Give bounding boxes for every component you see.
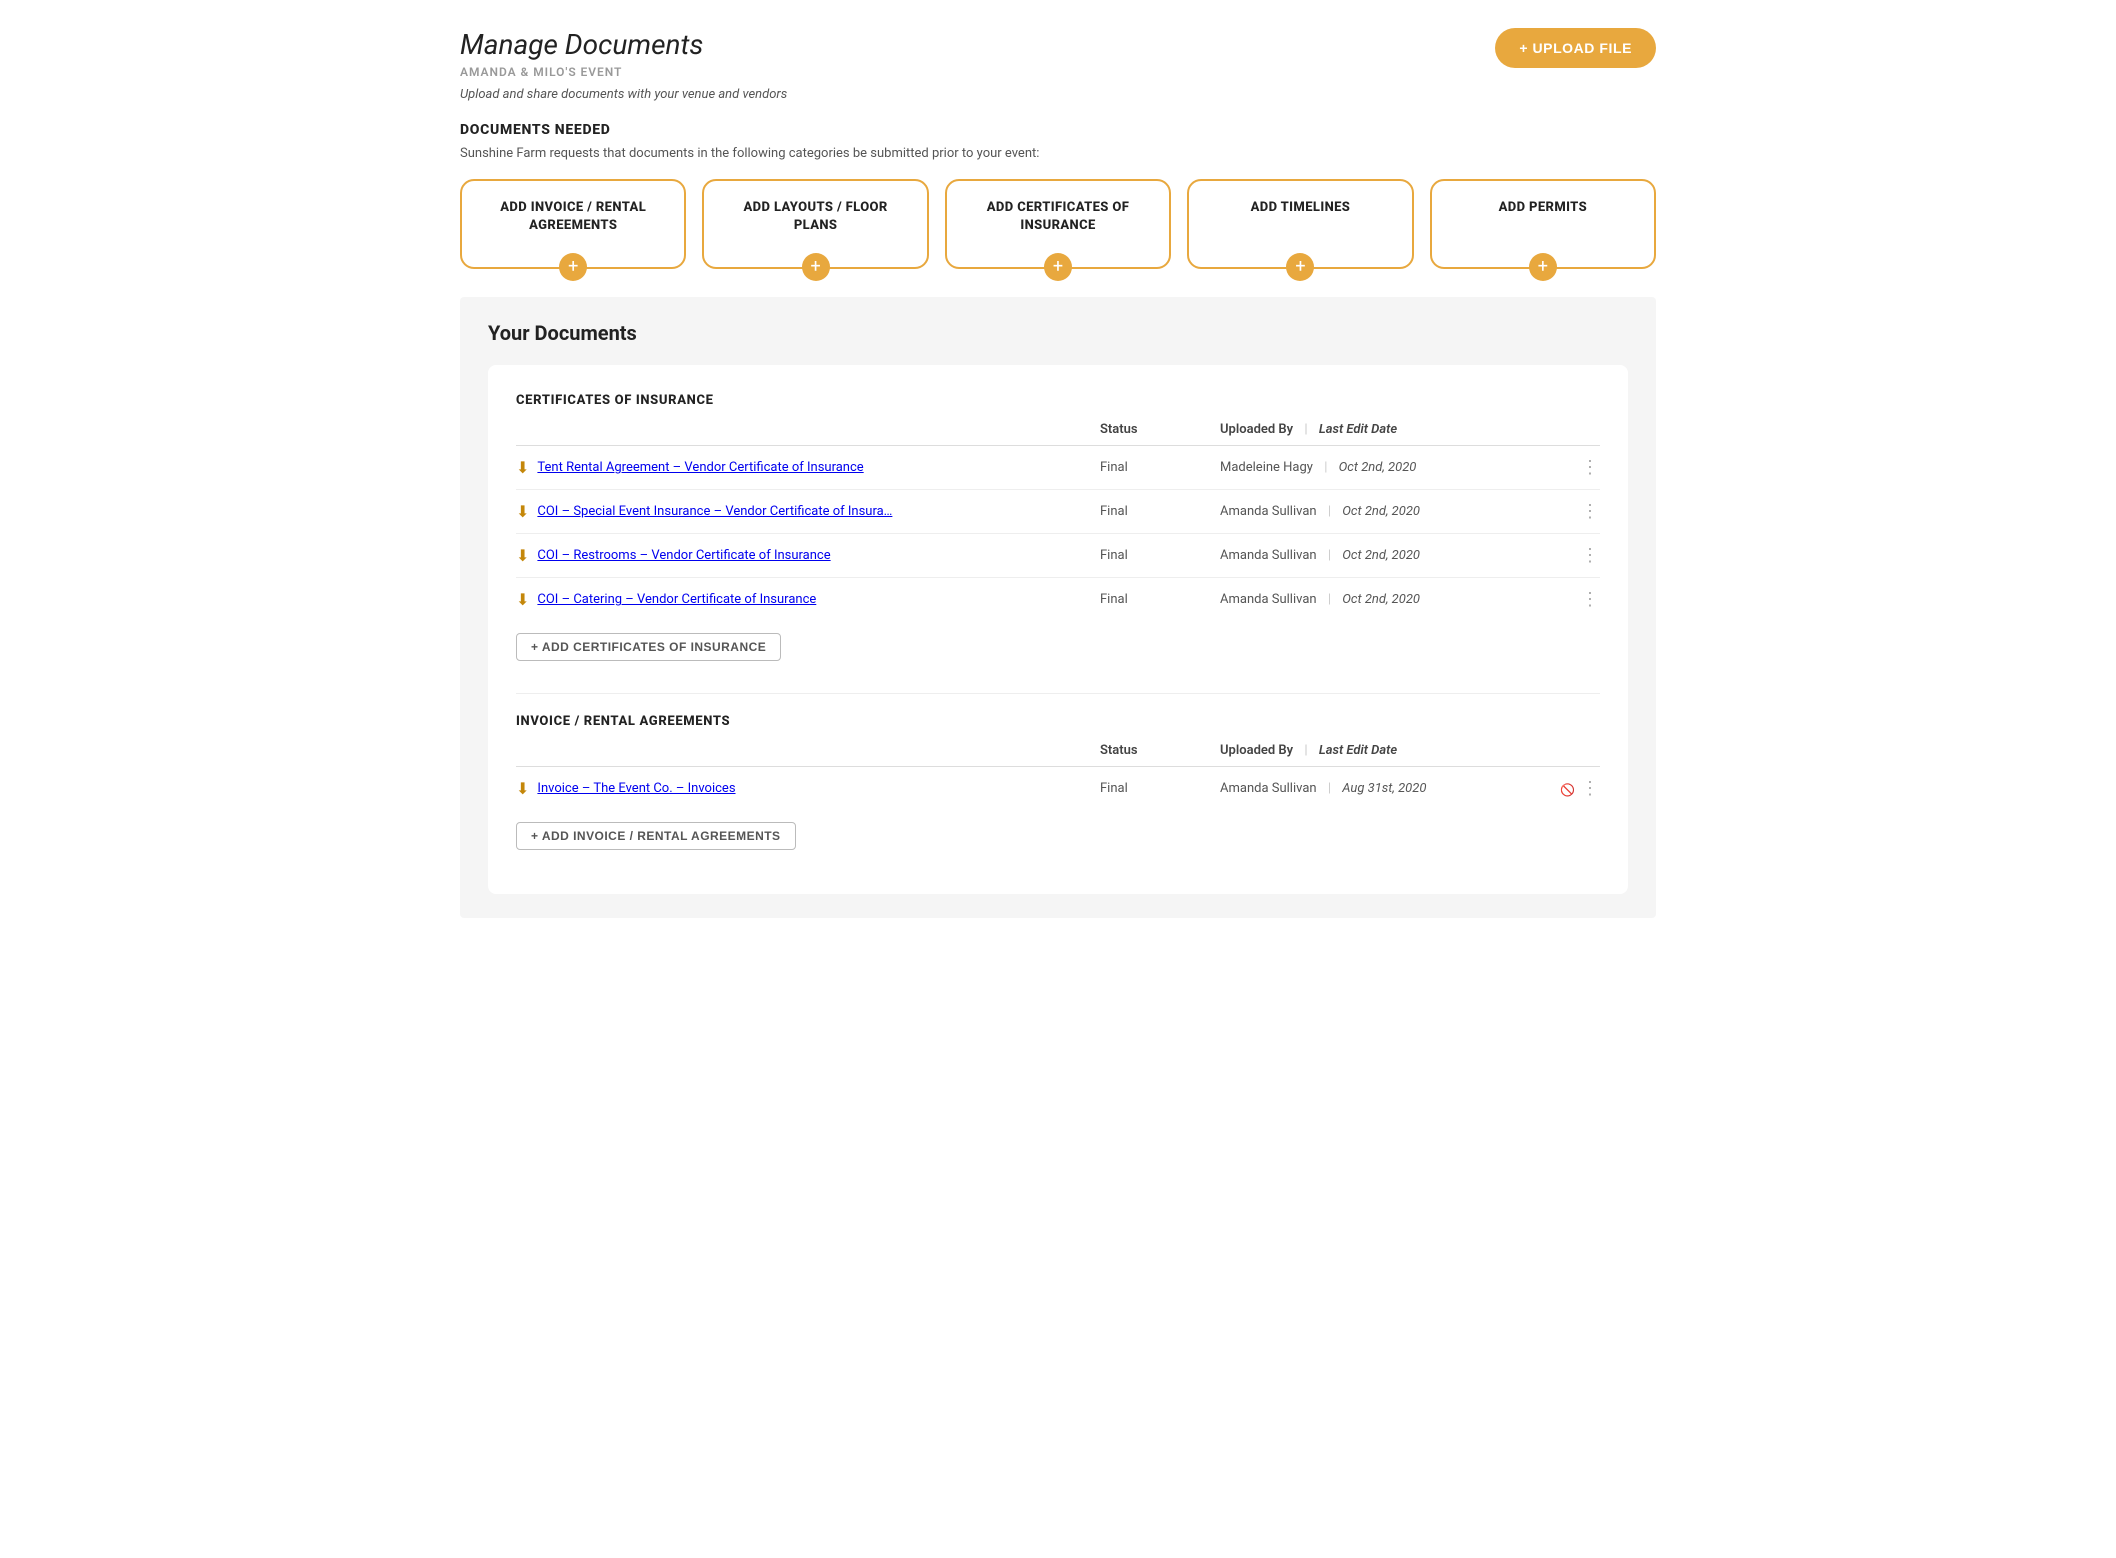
download-icon[interactable]: ⬇ — [516, 779, 529, 798]
documents-needed-heading: DOCUMENTS NEEDED — [460, 122, 1656, 138]
doc-card-invoice-rental[interactable]: ADD INVOICE / RENTAL AGREEMENTS+ — [460, 179, 686, 269]
table-row: ⬇ COI – Special Event Insurance – Vendor … — [516, 490, 1600, 534]
doc-link-0-1[interactable]: COI – Special Event Insurance – Vendor C… — [537, 504, 892, 519]
doc-section-title-certificates-of-insurance: CERTIFICATES OF INSURANCE — [516, 393, 1600, 408]
page-title: Manage Documents — [460, 28, 787, 61]
doc-status-0-1: Final — [1100, 490, 1220, 534]
doc-uploaded-0-0: Madeleine Hagy | Oct 2nd, 2020 — [1220, 446, 1540, 490]
download-icon[interactable]: ⬇ — [516, 458, 529, 477]
doc-uploaded-0-3: Amanda Sullivan | Oct 2nd, 2020 — [1220, 578, 1540, 622]
doc-status-1-0: Final — [1100, 767, 1220, 811]
doc-card-permits[interactable]: ADD PERMITS+ — [1430, 179, 1656, 269]
doc-card-label-invoice-rental: ADD INVOICE / RENTAL AGREEMENTS — [482, 199, 664, 235]
doc-link-0-0[interactable]: Tent Rental Agreement – Vendor Certifica… — [537, 460, 863, 475]
more-actions-icon[interactable]: ⋮ — [1581, 547, 1600, 565]
doc-card-plus-invoice-rental[interactable]: + — [559, 253, 587, 281]
doc-status-0-0: Final — [1100, 446, 1220, 490]
doc-card-label-certificates: ADD CERTIFICATES OF INSURANCE — [967, 199, 1149, 235]
doc-card-plus-layouts-floor[interactable]: + — [802, 253, 830, 281]
doc-link-0-2[interactable]: COI – Restrooms – Vendor Certificate of … — [537, 548, 830, 563]
doc-status-0-3: Final — [1100, 578, 1220, 622]
your-documents-title: Your Documents — [488, 321, 1628, 345]
doc-link-0-3[interactable]: COI – Catering – Vendor Certificate of I… — [537, 592, 816, 607]
table-row: ⬇ Invoice – The Event Co. – Invoices Final… — [516, 767, 1600, 811]
section-divider — [516, 693, 1600, 694]
doc-actions-0-3[interactable]: ⋮ — [1540, 578, 1600, 622]
doc-table-certificates-of-insurance: StatusUploaded By | Last Edit Date ⬇ Tent … — [516, 422, 1600, 621]
doc-card-label-timelines: ADD TIMELINES — [1209, 199, 1391, 217]
download-icon[interactable]: ⬇ — [516, 502, 529, 521]
table-row: ⬇ COI – Catering – Vendor Certificate of … — [516, 578, 1600, 622]
doc-cards-container: ADD INVOICE / RENTAL AGREEMENTS+ADD LAYO… — [460, 179, 1656, 269]
doc-card-label-permits: ADD PERMITS — [1452, 199, 1634, 217]
event-subtitle: AMANDA & MILO'S EVENT — [460, 65, 787, 79]
eye-slash-icon[interactable]: 🚫 — [1560, 783, 1575, 797]
col-header-status-invoice-rental-agreements: Status — [1100, 743, 1220, 767]
page-description: Upload and share documents with your ven… — [460, 87, 787, 102]
download-icon[interactable]: ⬇ — [516, 546, 529, 565]
header-left: Manage Documents AMANDA & MILO'S EVENT U… — [460, 28, 787, 102]
upload-file-button[interactable]: + UPLOAD FILE — [1495, 28, 1656, 68]
doc-actions-0-2[interactable]: ⋮ — [1540, 534, 1600, 578]
col-header-uploaded-certificates-of-insurance: Uploaded By | Last Edit Date — [1220, 422, 1540, 446]
doc-actions-1-0[interactable]: 🚫⋮ — [1540, 767, 1600, 811]
doc-card-layouts-floor[interactable]: ADD LAYOUTS / FLOOR PLANS+ — [702, 179, 928, 269]
doc-card-timelines[interactable]: ADD TIMELINES+ — [1187, 179, 1413, 269]
table-row: ⬇ Tent Rental Agreement – Vendor Certific… — [516, 446, 1600, 490]
doc-uploaded-1-0: Amanda Sullivan | Aug 31st, 2020 — [1220, 767, 1540, 811]
doc-actions-0-0[interactable]: ⋮ — [1540, 446, 1600, 490]
more-actions-icon[interactable]: ⋮ — [1581, 780, 1600, 798]
doc-table-wrapper-invoice-rental-agreements: StatusUploaded By | Last Edit Date ⬇ Invoi… — [516, 743, 1600, 810]
doc-table-invoice-rental-agreements: StatusUploaded By | Last Edit Date ⬇ Invoi… — [516, 743, 1600, 810]
more-actions-icon[interactable]: ⋮ — [1581, 503, 1600, 521]
doc-actions-0-1[interactable]: ⋮ — [1540, 490, 1600, 534]
doc-card-plus-permits[interactable]: + — [1529, 253, 1557, 281]
documents-needed-subheading: Sunshine Farm requests that documents in… — [460, 146, 1656, 161]
doc-uploaded-0-1: Amanda Sullivan | Oct 2nd, 2020 — [1220, 490, 1540, 534]
add-button-certificates-of-insurance[interactable]: + ADD CERTIFICATES OF INSURANCE — [516, 633, 781, 661]
page-header: Manage Documents AMANDA & MILO'S EVENT U… — [460, 28, 1656, 102]
documents-needed-section: DOCUMENTS NEEDED Sunshine Farm requests … — [460, 122, 1656, 269]
your-documents-section: Your Documents CERTIFICATES OF INSURANCE… — [460, 297, 1656, 918]
download-icon[interactable]: ⬇ — [516, 590, 529, 609]
doc-table-wrapper-certificates-of-insurance: StatusUploaded By | Last Edit Date ⬇ Tent … — [516, 422, 1600, 621]
doc-card-plus-timelines[interactable]: + — [1286, 253, 1314, 281]
doc-status-0-2: Final — [1100, 534, 1220, 578]
doc-card-label-layouts-floor: ADD LAYOUTS / FLOOR PLANS — [724, 199, 906, 235]
doc-table-card: CERTIFICATES OF INSURANCEStatusUploaded … — [488, 365, 1628, 894]
col-header-status-certificates-of-insurance: Status — [1100, 422, 1220, 446]
table-row: ⬇ COI – Restrooms – Vendor Certificate of… — [516, 534, 1600, 578]
doc-link-1-0[interactable]: Invoice – The Event Co. – Invoices — [537, 781, 735, 796]
more-actions-icon[interactable]: ⋮ — [1581, 591, 1600, 609]
doc-section-title-invoice-rental-agreements: INVOICE / RENTAL AGREEMENTS — [516, 714, 1600, 729]
col-header-uploaded-invoice-rental-agreements: Uploaded By | Last Edit Date — [1220, 743, 1540, 767]
add-button-invoice-rental-agreements[interactable]: + ADD INVOICE / RENTAL AGREEMENTS — [516, 822, 796, 850]
more-actions-icon[interactable]: ⋮ — [1581, 459, 1600, 477]
doc-card-certificates[interactable]: ADD CERTIFICATES OF INSURANCE+ — [945, 179, 1171, 269]
doc-uploaded-0-2: Amanda Sullivan | Oct 2nd, 2020 — [1220, 534, 1540, 578]
doc-card-plus-certificates[interactable]: + — [1044, 253, 1072, 281]
